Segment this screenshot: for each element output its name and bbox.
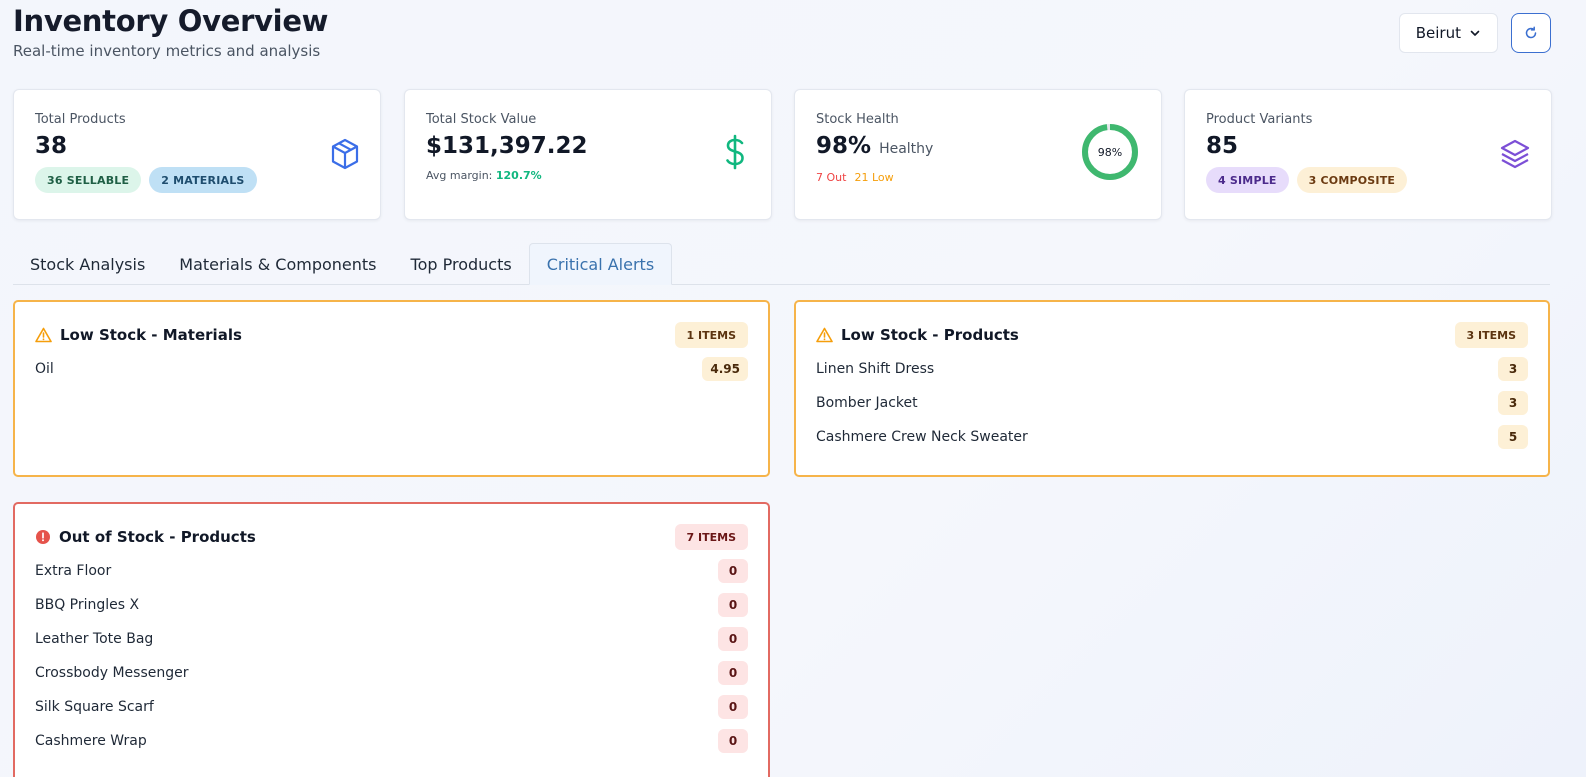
- item-qty: 0: [718, 661, 748, 685]
- page-header: Inventory Overview Real-time inventory m…: [13, 4, 328, 60]
- tab-bar: Stock Analysis Materials & Components To…: [13, 243, 1550, 285]
- tab-materials-components[interactable]: Materials & Components: [162, 243, 393, 285]
- list-item[interactable]: Leather Tote Bag 0: [35, 622, 748, 656]
- warning-icon: [816, 327, 833, 343]
- simple-badge: 4 SIMPLE: [1206, 167, 1289, 193]
- warning-icon: [35, 327, 52, 343]
- card-label: Product Variants: [1206, 112, 1313, 127]
- health-status: Healthy: [879, 141, 934, 157]
- list-item[interactable]: Extra Floor 0: [35, 554, 748, 588]
- layers-icon: [1500, 139, 1530, 169]
- list-item[interactable]: Cashmere Wrap 0: [35, 724, 748, 758]
- out-count: 7 Out: [816, 171, 847, 184]
- list-item[interactable]: Cashmere Crew Neck Sweater 5: [816, 420, 1528, 454]
- list-item[interactable]: Oil 4.95: [35, 352, 748, 386]
- card-label: Total Stock Value: [426, 112, 537, 127]
- avg-margin: Avg margin: 120.7%: [426, 169, 751, 182]
- tab-critical-alerts[interactable]: Critical Alerts: [528, 243, 673, 285]
- item-qty: 4.95: [702, 357, 748, 381]
- low-stock-materials-panel: Low Stock - Materials 1 ITEMS Oil 4.95: [13, 300, 770, 477]
- list-item[interactable]: Bomber Jacket 3: [816, 386, 1528, 420]
- tab-top-products[interactable]: Top Products: [394, 243, 529, 285]
- refresh-button[interactable]: [1511, 13, 1551, 53]
- composite-badge: 3 COMPOSITE: [1296, 167, 1408, 193]
- alert-circle-icon: [36, 530, 50, 544]
- stock-health-card: Stock Health 98% Healthy 7 Out 21 Low 98…: [794, 89, 1162, 220]
- card-value: 98%: [816, 133, 872, 159]
- refresh-icon: [1525, 26, 1537, 39]
- card-label: Total Products: [35, 112, 126, 127]
- dollar-icon: [726, 134, 744, 170]
- card-value: 85: [1206, 133, 1239, 159]
- total-products-card: Total Products 38 36 SELLABLE 2 MATERIAL…: [13, 89, 381, 220]
- location-select[interactable]: Beirut: [1398, 13, 1498, 53]
- item-name: Oil: [35, 361, 54, 377]
- chevron-down-icon: [1470, 30, 1480, 36]
- avg-margin-value: 120.7%: [495, 169, 542, 182]
- item-name: Leather Tote Bag: [35, 631, 154, 647]
- low-stock-products-panel: Low Stock - Products 3 ITEMS Linen Shift…: [794, 300, 1550, 477]
- list-item[interactable]: Crossbody Messenger 0: [35, 656, 748, 690]
- item-qty: 0: [718, 695, 748, 719]
- item-qty: 0: [718, 593, 748, 617]
- item-qty: 0: [718, 559, 748, 583]
- header-actions: Beirut: [1398, 13, 1551, 53]
- page-subtitle: Real-time inventory metrics and analysis: [13, 42, 321, 60]
- list-item[interactable]: Silk Square Scarf 0: [35, 690, 748, 724]
- health-ring: 98%: [1081, 123, 1139, 181]
- items-count-badge: 3 ITEMS: [1454, 322, 1528, 348]
- sellable-badge: 36 SELLABLE: [35, 167, 142, 193]
- item-qty: 3: [1498, 357, 1528, 381]
- item-name: Cashmere Wrap: [35, 733, 147, 749]
- ring-label: 98%: [1097, 145, 1123, 159]
- card-value: $131,397.22: [426, 133, 588, 159]
- item-name: Extra Floor: [35, 563, 112, 579]
- out-of-stock-products-panel: Out of Stock - Products 7 ITEMS Extra Fl…: [13, 502, 770, 777]
- item-name: Crossbody Messenger: [35, 665, 189, 681]
- items-count-badge: 1 ITEMS: [674, 322, 748, 348]
- item-qty: 5: [1498, 425, 1528, 449]
- item-qty: 0: [718, 627, 748, 651]
- items-count-badge: 7 ITEMS: [674, 524, 748, 550]
- avg-margin-label: Avg margin:: [426, 169, 493, 182]
- low-count: 21 Low: [854, 171, 894, 184]
- item-name: Bomber Jacket: [816, 395, 918, 411]
- item-name: Cashmere Crew Neck Sweater: [816, 429, 1028, 445]
- panel-title: Low Stock - Products: [841, 326, 1019, 344]
- item-qty: 0: [718, 729, 748, 753]
- product-variants-card: Product Variants 85 4 SIMPLE 3 COMPOSITE: [1184, 89, 1552, 220]
- package-icon: [331, 138, 359, 170]
- item-qty: 3: [1498, 391, 1528, 415]
- item-name: Silk Square Scarf: [35, 699, 154, 715]
- tab-stock-analysis[interactable]: Stock Analysis: [13, 243, 162, 285]
- item-name: BBQ Pringles X: [35, 597, 140, 613]
- page-title: Inventory Overview: [13, 4, 329, 38]
- panel-title: Out of Stock - Products: [59, 528, 256, 546]
- list-item[interactable]: BBQ Pringles X 0: [35, 588, 748, 622]
- panel-title: Low Stock - Materials: [60, 326, 242, 344]
- item-name: Linen Shift Dress: [816, 361, 935, 377]
- materials-badge: 2 MATERIALS: [149, 167, 257, 193]
- stock-value-card: Total Stock Value $131,397.22 Avg margin…: [404, 89, 772, 220]
- card-value: 38: [35, 133, 68, 159]
- inventory-overview-page: Inventory Overview Real-time inventory m…: [0, 0, 1586, 777]
- list-item[interactable]: Linen Shift Dress 3: [816, 352, 1528, 386]
- location-select-value: Beirut: [1415, 24, 1461, 42]
